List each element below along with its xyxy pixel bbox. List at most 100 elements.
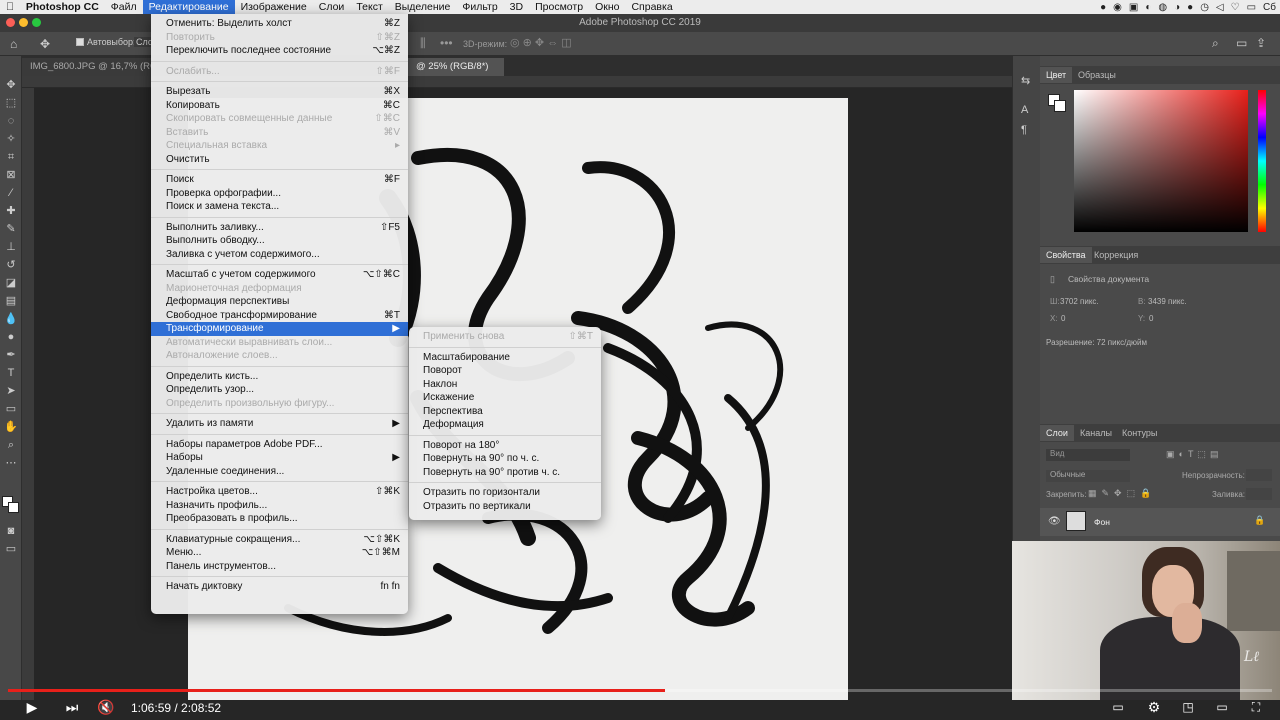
align-icon[interactable]: ⫼ — [420, 36, 426, 51]
menu-item[interactable]: Наклон — [409, 378, 601, 392]
screen-mode-icon[interactable]: ▭ — [4, 542, 18, 556]
menu-item[interactable]: Перспектива — [409, 405, 601, 419]
background-color-swatch[interactable] — [8, 502, 19, 513]
lock-icons[interactable]: ▦✎✥⬚🔒 — [1088, 488, 1156, 499]
clock-text[interactable]: Сб — [1263, 2, 1276, 13]
stamp-tool-icon[interactable]: ⊥ — [4, 240, 18, 254]
menu-image[interactable]: Изображение — [235, 0, 313, 14]
dodge-tool-icon[interactable]: ● — [4, 330, 18, 344]
menu-item[interactable]: Наборы ▶ — [151, 451, 408, 465]
menu-item[interactable]: Определить узор... — [151, 383, 408, 397]
share-icon[interactable]: ⇪ — [1256, 36, 1266, 50]
magic-wand-tool-icon[interactable]: ✧ — [4, 132, 18, 146]
menu-edit[interactable]: Редактирование — [142, 0, 235, 14]
menu-item[interactable]: Трансформирование ▶ — [151, 322, 408, 336]
menu-item[interactable]: Заливка с учетом содержимого... — [151, 248, 408, 262]
zoom-tool-icon[interactable]: ⌕ — [4, 438, 18, 452]
path-select-tool-icon[interactable]: ➤ — [4, 384, 18, 398]
blur-tool-icon[interactable]: 💧 — [4, 312, 18, 326]
status-app-icon[interactable]: ● — [1100, 2, 1106, 13]
move-tool-icon[interactable]: ✥ — [4, 78, 18, 92]
bg-color-chip[interactable] — [1054, 100, 1066, 112]
color-picker-field[interactable] — [1074, 90, 1248, 232]
menu-item[interactable]: Назначить профиль... — [151, 499, 408, 513]
menu-item[interactable]: Клавиатурные сокращения... ⌥⇧⌘K — [151, 533, 408, 547]
menu-item[interactable]: Определить кисть... — [151, 370, 408, 384]
pen-tool-icon[interactable]: ✒ — [4, 348, 18, 362]
menu-item[interactable]: Меню... ⌥⇧⌘M — [151, 546, 408, 560]
status-app-icon[interactable]: ● — [1187, 2, 1193, 13]
menu-item[interactable]: Вырезать ⌘X — [151, 85, 408, 99]
tab-paths[interactable]: Контуры — [1116, 425, 1163, 441]
tab-properties[interactable]: Свойства — [1040, 247, 1092, 263]
menu-item[interactable]: Выполнить обводку... — [151, 234, 408, 248]
menu-item[interactable]: Деформация перспективы — [151, 295, 408, 309]
move-tool-icon[interactable]: ✥ — [40, 37, 50, 51]
menu-item[interactable]: Отменить: Выделить холст ⌘Z — [151, 17, 408, 31]
menu-item[interactable]: Повернуть на 90° по ч. с. — [409, 452, 601, 466]
menu-select[interactable]: Выделение — [389, 0, 457, 14]
apple-menu-icon[interactable]:  — [0, 0, 20, 14]
tab-document-2[interactable]: @ 25% (RGB/8*) — [408, 58, 504, 76]
healing-tool-icon[interactable]: ✚ — [4, 204, 18, 218]
menu-item[interactable]: Настройка цветов... ⇧⌘K — [151, 485, 408, 499]
time-machine-icon[interactable]: ◷ — [1200, 2, 1209, 13]
menu-item[interactable]: Начать диктовку fn fn — [151, 580, 408, 594]
menu-item[interactable]: Проверка орфографии... — [151, 187, 408, 201]
home-icon[interactable]: ⌂ — [10, 37, 17, 51]
menu-item[interactable]: Поиск и замена текста... — [151, 200, 408, 214]
wifi-icon[interactable]: ♡ — [1231, 2, 1240, 13]
gradient-tool-icon[interactable]: ▤ — [4, 294, 18, 308]
menu-item[interactable]: Поиск ⌘F — [151, 173, 408, 187]
next-icon[interactable]: ⏭ — [60, 695, 84, 720]
menu-help[interactable]: Справка — [625, 0, 678, 14]
shape-tool-icon[interactable]: ▭ — [4, 402, 18, 416]
menu-window[interactable]: Окно — [589, 0, 625, 14]
status-app-icon[interactable]: ◉ — [1113, 2, 1122, 13]
menu-item[interactable]: Отразить по горизонтали — [409, 486, 601, 500]
frame-tool-icon[interactable]: ⊠ — [4, 168, 18, 182]
crop-tool-icon[interactable]: ⌗ — [4, 150, 18, 164]
more-options-icon[interactable]: ••• — [440, 36, 453, 50]
subtitles-icon[interactable]: ▭ — [1106, 695, 1130, 720]
menu-file[interactable]: Файл — [105, 0, 143, 14]
workspace-icon[interactable]: ▭ — [1236, 36, 1247, 50]
menu-item[interactable]: Отразить по вертикали — [409, 500, 601, 514]
close-window-icon[interactable] — [6, 18, 15, 27]
tab-document-1[interactable]: IMG_6800.JPG @ 16,7% (RG — [22, 58, 152, 76]
status-app-icon[interactable]: ◑ — [1174, 2, 1180, 13]
zoom-window-icon[interactable] — [32, 18, 41, 27]
menu-item[interactable]: Масштаб с учетом содержимого ⌥⇧⌘C — [151, 268, 408, 282]
menu-type[interactable]: Текст — [350, 0, 388, 14]
character-panel-icon[interactable]: A — [1021, 104, 1028, 116]
tab-adjustments[interactable]: Коррекция — [1088, 247, 1144, 263]
tab-layers[interactable]: Слои — [1040, 425, 1074, 441]
hue-slider[interactable] — [1258, 90, 1266, 232]
layer-name[interactable]: Фон — [1094, 517, 1110, 527]
status-app-icon[interactable]: ◍ — [1158, 2, 1167, 13]
menu-app[interactable]: Photoshop CC — [20, 0, 105, 14]
y-value[interactable]: 0 — [1149, 314, 1153, 323]
tab-swatches[interactable]: Образцы — [1072, 67, 1122, 83]
type-tool-icon[interactable]: T — [4, 366, 18, 380]
settings-icon[interactable]: ⚙ — [1142, 695, 1166, 720]
x-value[interactable]: 0 — [1061, 314, 1065, 323]
battery-icon[interactable]: ▭ — [1247, 2, 1256, 13]
menu-layers[interactable]: Слои — [313, 0, 351, 14]
menu-item[interactable]: Очистить — [151, 153, 408, 167]
marquee-tool-icon[interactable]: ⬚ — [4, 96, 18, 110]
menu-view[interactable]: Просмотр — [529, 0, 589, 14]
menu-item[interactable]: Свободное трансформирование ⌘T — [151, 309, 408, 323]
blend-mode-dropdown[interactable]: Обычные — [1046, 470, 1130, 482]
width-value[interactable]: 3702 пикс. — [1060, 297, 1099, 306]
opacity-field[interactable] — [1246, 469, 1272, 481]
menu-item[interactable]: Переключить последнее состояние ⌥⌘Z — [151, 44, 408, 58]
height-value[interactable]: 3439 пикс. — [1148, 297, 1187, 306]
menu-filter[interactable]: Фильтр — [456, 0, 503, 14]
brush-tool-icon[interactable]: ✎ — [4, 222, 18, 236]
eyedropper-tool-icon[interactable]: ⁄ — [4, 186, 18, 200]
more-tools-icon[interactable]: ⋯ — [4, 456, 18, 470]
paragraph-panel-icon[interactable]: ¶ — [1021, 124, 1027, 136]
minimize-window-icon[interactable] — [19, 18, 28, 27]
quick-mask-icon[interactable]: ◙ — [4, 524, 18, 538]
